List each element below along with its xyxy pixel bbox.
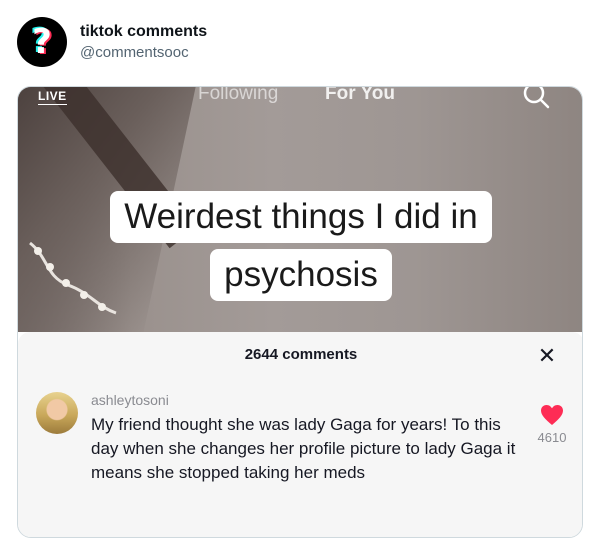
- account-handle[interactable]: @commentsooc: [80, 43, 207, 63]
- like-count: 4610: [537, 430, 567, 445]
- account-names: tiktok comments @commentsooc: [80, 22, 207, 63]
- media-card[interactable]: LIVE Following For You Weirdest things I…: [17, 86, 583, 538]
- video-caption-line-1: Weirdest things I did in: [18, 191, 582, 243]
- caption-text: Weirdest things I did in: [110, 191, 492, 243]
- account-avatar[interactable]: ? ? ?: [17, 17, 67, 67]
- comments-count: 2644 comments: [244, 346, 358, 363]
- tweet-header: ? ? ? tiktok comments @commentsooc: [17, 14, 207, 70]
- tab-for-you[interactable]: For You: [325, 87, 395, 105]
- caption-text: psychosis: [210, 249, 392, 301]
- display-name[interactable]: tiktok comments: [80, 22, 207, 42]
- question-mark-icon: ?: [32, 22, 52, 62]
- comment-text: My friend thought she was lady Gaga for …: [91, 415, 516, 482]
- heart-icon[interactable]: [540, 404, 564, 426]
- search-icon[interactable]: [521, 87, 551, 111]
- tab-following[interactable]: Following: [198, 87, 278, 105]
- live-button[interactable]: LIVE: [38, 89, 67, 105]
- comment-username[interactable]: ashleytosoni: [91, 392, 169, 408]
- tiktok-top-bar: LIVE Following For You: [18, 87, 582, 113]
- commenter-avatar[interactable]: [36, 392, 78, 434]
- close-icon[interactable]: ✕: [536, 343, 558, 368]
- video-frame: LIVE Following For You Weirdest things I…: [18, 87, 582, 332]
- comments-panel: 2644 comments ✕ ashleytosoni My friend t…: [18, 332, 582, 537]
- video-caption-line-2: psychosis: [18, 249, 582, 301]
